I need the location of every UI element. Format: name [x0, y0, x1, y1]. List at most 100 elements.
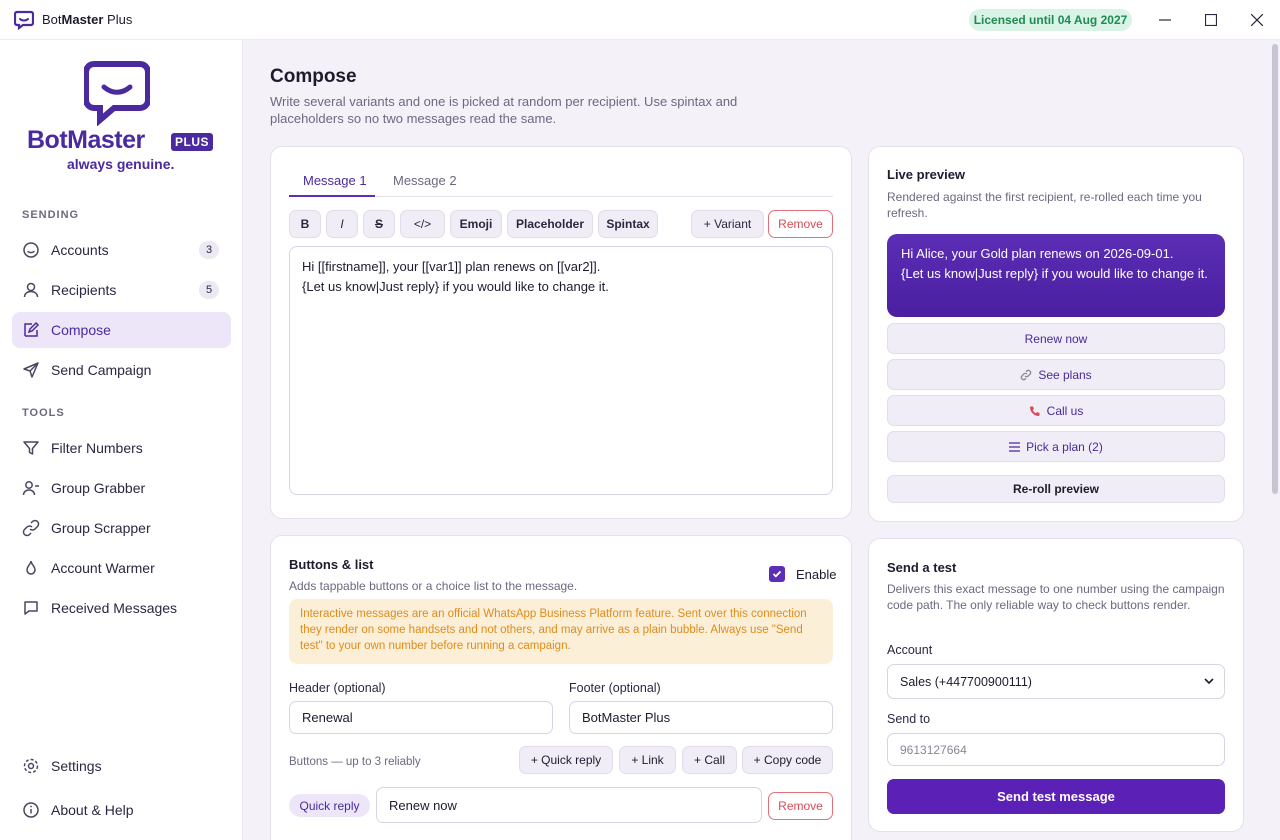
nav-section-tools: TOOLS	[22, 407, 65, 419]
nav-item-recipients[interactable]: Recipients 5	[12, 272, 231, 308]
emoji-button[interactable]: Emoji	[450, 210, 502, 238]
list-icon	[1009, 441, 1021, 452]
nav-item-send-campaign[interactable]: Send Campaign	[12, 352, 231, 388]
add-copy-code-button[interactable]: + Copy code	[742, 746, 833, 774]
message-tabs: Message 1 Message 2	[289, 167, 833, 197]
close-button[interactable]	[1245, 8, 1269, 32]
remove-variant-button[interactable]: Remove	[768, 210, 833, 238]
nav-label: Compose	[51, 322, 111, 338]
link-icon	[1021, 369, 1032, 380]
buttons-list-subtitle: Adds tappable buttons or a choice list t…	[289, 579, 578, 593]
button-label-input[interactable]: Renew now	[376, 787, 762, 823]
bold-button[interactable]: B	[289, 210, 321, 238]
logo-tagline: always genuine.	[67, 156, 175, 172]
preview-button-see-plans[interactable]: See plans	[887, 359, 1225, 390]
add-call-button[interactable]: + Call	[682, 746, 737, 774]
add-quick-reply-button[interactable]: + Quick reply	[519, 746, 613, 774]
minimize-button[interactable]	[1153, 8, 1177, 32]
license-badge: Licensed until 04 Aug 2027	[969, 9, 1132, 31]
buttons-list-title: Buttons & list	[289, 557, 374, 572]
nav-label: Group Scrapper	[51, 520, 151, 536]
nav-item-compose[interactable]: Compose	[12, 312, 231, 348]
italic-button[interactable]: I	[326, 210, 358, 238]
add-link-button[interactable]: + Link	[619, 746, 676, 774]
send-to-input[interactable]: 9613127664	[887, 733, 1225, 766]
preview-button-pick-plan[interactable]: Pick a plan (2)	[887, 431, 1225, 462]
header-field-label: Header (optional)	[289, 681, 386, 695]
send-to-field-label: Send to	[887, 712, 931, 726]
app-logo-icon	[14, 10, 34, 30]
nav-item-group-grabber[interactable]: Group Grabber	[12, 470, 231, 506]
send-test-message-button[interactable]: Send test message	[887, 779, 1225, 814]
message-editor[interactable]: Hi [[firstname]], your [[var1]] plan ren…	[289, 246, 833, 495]
funnel-icon	[23, 441, 39, 455]
button-type-chip: Quick reply	[289, 794, 370, 817]
account-field-label: Account	[887, 643, 933, 657]
nav-item-about-help[interactable]: About & Help	[12, 792, 231, 828]
tab-message-2[interactable]: Message 2	[393, 173, 457, 188]
nav-count-badge: 5	[199, 281, 219, 299]
title-bar: BotMaster Plus Licensed until 04 Aug 202…	[0, 0, 1280, 40]
check-icon	[772, 570, 782, 578]
preview-button-label: Pick a plan (2)	[1026, 439, 1103, 454]
nav-section-sending: SENDING	[22, 209, 80, 221]
footer-field-label: Footer (optional)	[569, 681, 661, 695]
placeholder-button[interactable]: Placeholder	[507, 210, 593, 238]
user-icon	[23, 282, 39, 298]
header-input[interactable]: Renewal	[289, 701, 553, 734]
nav-label: Accounts	[51, 242, 109, 258]
nav-item-filter-numbers[interactable]: Filter Numbers	[12, 430, 231, 466]
maximize-icon	[1205, 14, 1217, 26]
nav-label: About & Help	[51, 802, 134, 818]
add-variant-button[interactable]: + Variant	[691, 210, 764, 238]
nav-item-settings[interactable]: Settings	[12, 748, 231, 784]
scrollbar-thumb[interactable]	[1272, 44, 1278, 494]
nav-item-group-scrapper[interactable]: Group Scrapper	[12, 510, 231, 546]
nav-label: Send Campaign	[51, 362, 152, 378]
nav-label: Received Messages	[51, 600, 178, 616]
nav-item-accounts[interactable]: Accounts 3	[12, 232, 231, 268]
nav-count-badge: 3	[199, 241, 219, 259]
nav-item-account-warmer[interactable]: Account Warmer	[12, 550, 231, 586]
send-test-card: Send a test Delivers this exact message …	[868, 538, 1244, 832]
footer-input[interactable]: BotMaster Plus	[569, 701, 833, 734]
remove-button-row[interactable]: Remove	[768, 792, 833, 820]
buttons-hint: Buttons — up to 3 reliably	[289, 756, 421, 768]
account-select-value: Sales (+447700900111)	[900, 674, 1032, 689]
smiley-icon	[23, 242, 39, 258]
preview-button-label: See plans	[1038, 367, 1092, 382]
code-button[interactable]: </>	[400, 210, 445, 238]
maximize-button[interactable]	[1199, 8, 1223, 32]
tab-message-1[interactable]: Message 1	[303, 173, 367, 188]
flame-icon	[26, 560, 36, 575]
interactive-warning: Interactive messages are an official Wha…	[289, 599, 833, 664]
send-test-title: Send a test	[887, 560, 957, 575]
close-icon	[1251, 14, 1263, 26]
page-title: Compose	[270, 66, 357, 87]
enable-label: Enable	[796, 567, 837, 582]
nav-item-received-messages[interactable]: Received Messages	[12, 590, 231, 626]
preview-subtitle: Rendered against the first recipient, re…	[887, 190, 1202, 220]
spintax-button[interactable]: Spintax	[598, 210, 658, 238]
active-tab-indicator	[289, 195, 375, 197]
preview-button-call-us[interactable]: Call us	[887, 395, 1225, 426]
message-icon	[24, 601, 38, 615]
buttons-list-card: Buttons & list Adds tappable buttons or …	[270, 535, 852, 840]
main-scrollbar[interactable]	[1270, 40, 1280, 840]
nav-label: Account Warmer	[51, 560, 155, 576]
reroll-preview-button[interactable]: Re-roll preview	[887, 475, 1225, 503]
nav-label: Settings	[51, 758, 102, 774]
logo-chat-icon	[84, 61, 150, 126]
info-icon	[23, 802, 39, 818]
nav-label: Recipients	[51, 282, 117, 298]
preview-button-label: Renew now	[1024, 331, 1088, 346]
enable-checkbox[interactable]	[769, 566, 785, 582]
preview-button-renew[interactable]: Renew now	[887, 323, 1225, 354]
nav-label: Group Grabber	[51, 480, 146, 496]
logo-wordmark: BotMaster	[27, 126, 145, 154]
sidebar: BotMaster PLUS always genuine. SENDING A…	[0, 40, 243, 840]
send-icon	[23, 362, 39, 378]
nav-label: Filter Numbers	[51, 440, 143, 456]
account-select[interactable]: Sales (+447700900111)	[887, 664, 1225, 699]
strikethrough-button[interactable]: S	[363, 210, 395, 238]
